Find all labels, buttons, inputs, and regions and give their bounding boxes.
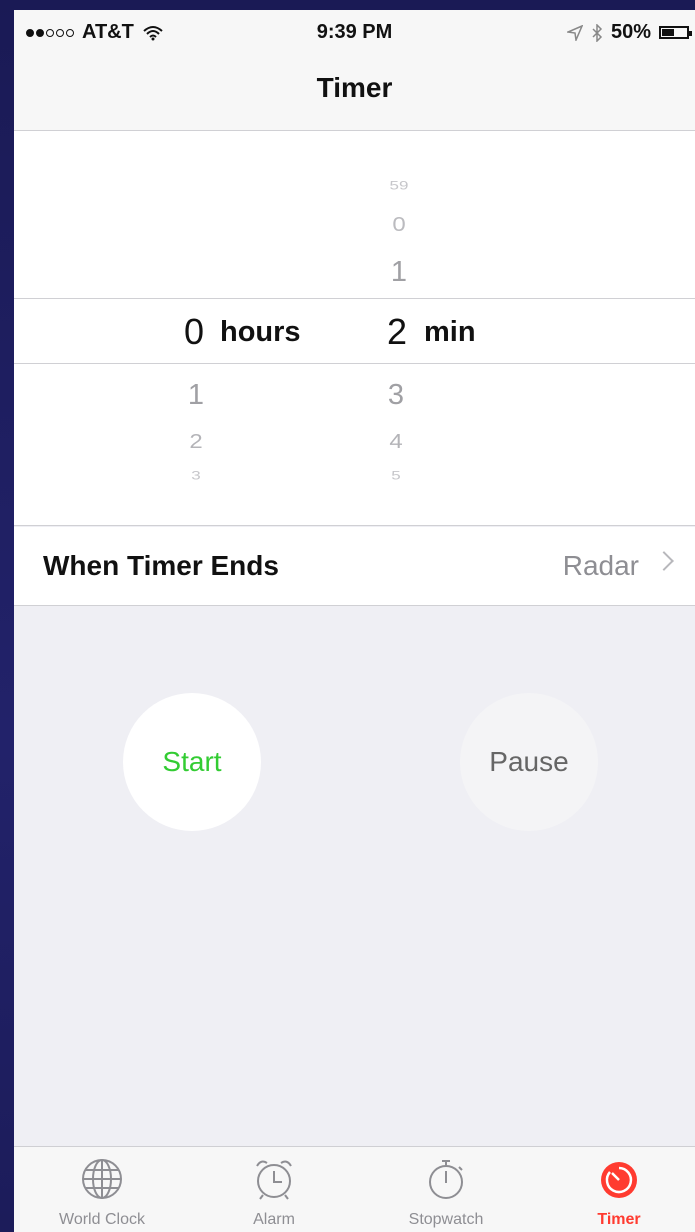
minutes-option[interactable]: 4 (366, 430, 426, 454)
battery-percent: 50% (610, 21, 651, 43)
minutes-option[interactable]: 5 (366, 469, 426, 483)
stopwatch-icon (429, 1160, 463, 1199)
minutes-option[interactable]: 0 (369, 213, 429, 237)
tab-bar: World Clock Alarm Stopwatch Timer (14, 1146, 695, 1232)
hours-option[interactable]: 2 (166, 430, 226, 454)
tab-label: Stopwatch (408, 1211, 484, 1228)
battery-icon (659, 26, 692, 39)
pause-button[interactable]: Pause (460, 693, 598, 831)
minutes-option[interactable]: 59 (369, 179, 429, 193)
tab-alarm[interactable]: Alarm (194, 1147, 354, 1232)
duration-picker[interactable]: 59 0 1 0 hours 2 min 1 2 3 3 4 5 (14, 131, 695, 526)
start-button[interactable]: Start (123, 693, 261, 831)
timer-icon (601, 1162, 637, 1198)
when-timer-ends-row[interactable]: When Timer Ends Radar (14, 527, 695, 606)
tab-stopwatch[interactable]: Stopwatch (366, 1147, 526, 1232)
minutes-option[interactable]: 3 (366, 379, 426, 412)
when-timer-ends-value: Radar (562, 550, 639, 581)
hours-option[interactable]: 1 (166, 379, 226, 412)
hours-option[interactable]: 3 (166, 469, 226, 483)
tab-label: World Clock (59, 1211, 145, 1228)
picker-selection-band (14, 298, 695, 364)
tab-timer[interactable]: Timer (539, 1147, 695, 1232)
selected-hours[interactable]: 0 (184, 311, 204, 353)
tab-world-clock[interactable]: World Clock (22, 1147, 182, 1232)
status-bar: AT&T 9:39 PM 50% (14, 10, 695, 54)
alarm-clock-icon (256, 1160, 292, 1200)
hours-unit-label: hours (220, 316, 301, 348)
selected-minutes[interactable]: 2 (387, 311, 407, 353)
tab-label: Alarm (253, 1211, 295, 1228)
globe-icon (82, 1159, 122, 1199)
bluetooth-icon (592, 23, 603, 42)
status-right: 50% (566, 21, 692, 44)
navigation-bar: Timer (14, 54, 695, 131)
location-arrow-icon (566, 24, 583, 41)
tab-label: Timer (597, 1211, 641, 1228)
minutes-option[interactable]: 1 (369, 256, 429, 289)
page-title: Timer (316, 72, 393, 103)
timer-screen: AT&T 9:39 PM 50% Timer 59 0 1 0 hours 2 … (14, 10, 695, 1232)
chevron-right-icon (654, 551, 674, 571)
minutes-unit-label: min (424, 316, 476, 348)
when-timer-ends-label: When Timer Ends (43, 550, 279, 581)
